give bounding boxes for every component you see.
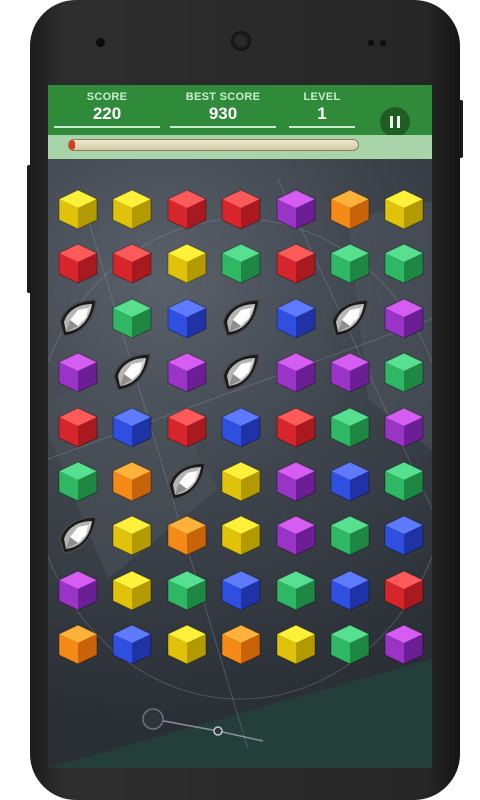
gem-blue-cube[interactable]: [382, 513, 426, 557]
gem-orange-cube[interactable]: [56, 622, 100, 666]
score-value: 220: [92, 104, 122, 123]
front-camera-icon: [96, 38, 105, 47]
gem-red-cube[interactable]: [165, 405, 209, 449]
gem-green-cube[interactable]: [328, 622, 372, 666]
gem-blue-cube[interactable]: [219, 568, 263, 612]
best-score-underline: [170, 126, 276, 128]
gem-green-cube[interactable]: [110, 296, 154, 340]
gem-purple-cube[interactable]: [274, 459, 318, 503]
gem-purple-cube[interactable]: [56, 350, 100, 394]
gem-green-cube[interactable]: [328, 241, 372, 285]
gem-green-cube[interactable]: [382, 459, 426, 503]
gem-diamond[interactable]: [56, 296, 100, 340]
score-panel: SCORE 220: [54, 91, 160, 128]
gem-red-cube[interactable]: [274, 241, 318, 285]
light-sensor-icon: [380, 40, 386, 46]
gem-green-cube[interactable]: [328, 513, 372, 557]
gem-blue-cube[interactable]: [219, 405, 263, 449]
gem-red-cube[interactable]: [56, 241, 100, 285]
gem-diamond[interactable]: [165, 459, 209, 503]
gem-green-cube[interactable]: [165, 568, 209, 612]
gem-blue-cube[interactable]: [110, 622, 154, 666]
gem-orange-cube[interactable]: [110, 459, 154, 503]
level-panel: LEVEL 1: [289, 91, 355, 128]
gem-yellow-cube[interactable]: [219, 459, 263, 503]
pause-button[interactable]: [380, 107, 410, 137]
gem-orange-cube[interactable]: [328, 187, 372, 231]
gem-red-cube[interactable]: [110, 241, 154, 285]
gem-red-cube[interactable]: [219, 187, 263, 231]
gem-yellow-cube[interactable]: [274, 622, 318, 666]
gem-blue-cube[interactable]: [328, 459, 372, 503]
level-underline: [289, 126, 355, 128]
gem-red-cube[interactable]: [274, 405, 318, 449]
gem-green-cube[interactable]: [382, 350, 426, 394]
gem-yellow-cube[interactable]: [382, 187, 426, 231]
gem-green-cube[interactable]: [382, 241, 426, 285]
gem-red-cube[interactable]: [165, 187, 209, 231]
gem-diamond[interactable]: [219, 350, 263, 394]
gem-green-cube[interactable]: [219, 241, 263, 285]
gem-purple-cube[interactable]: [382, 405, 426, 449]
gem-blue-cube[interactable]: [110, 405, 154, 449]
gem-red-cube[interactable]: [56, 405, 100, 449]
gem-orange-cube[interactable]: [165, 513, 209, 557]
gem-purple-cube[interactable]: [56, 568, 100, 612]
score-label: SCORE: [86, 91, 128, 103]
level-progress-fill: [69, 140, 75, 150]
level-progress-bar: [68, 139, 359, 151]
proximity-sensor-icon: [368, 40, 374, 46]
gem-diamond[interactable]: [219, 296, 263, 340]
best-score-panel: BEST SCORE 930: [170, 91, 276, 128]
hud-bar: SCORE 220 BEST SCORE 930 LEVEL 1: [48, 85, 432, 137]
gem-orange-cube[interactable]: [219, 622, 263, 666]
score-underline: [54, 126, 160, 128]
gem-yellow-cube[interactable]: [110, 187, 154, 231]
gem-yellow-cube[interactable]: [165, 622, 209, 666]
level-value: 1: [317, 104, 327, 123]
level-label: LEVEL: [303, 91, 341, 103]
game-board: [48, 159, 432, 768]
gem-purple-cube[interactable]: [328, 350, 372, 394]
gem-yellow-cube[interactable]: [110, 513, 154, 557]
best-score-label: BEST SCORE: [185, 91, 261, 103]
gem-blue-cube[interactable]: [165, 296, 209, 340]
best-score-value: 930: [208, 104, 238, 123]
gem-yellow-cube[interactable]: [165, 241, 209, 285]
gem-blue-cube[interactable]: [274, 296, 318, 340]
gem-diamond[interactable]: [328, 296, 372, 340]
gem-blue-cube[interactable]: [328, 568, 372, 612]
gem-red-cube[interactable]: [382, 568, 426, 612]
gem-green-cube[interactable]: [328, 405, 372, 449]
gem-purple-cube[interactable]: [165, 350, 209, 394]
gem-purple-cube[interactable]: [382, 622, 426, 666]
volume-button: [27, 165, 31, 293]
gem-purple-cube[interactable]: [274, 350, 318, 394]
gem-diamond[interactable]: [56, 513, 100, 557]
gem-green-cube[interactable]: [56, 459, 100, 503]
gem-yellow-cube[interactable]: [110, 568, 154, 612]
gem-purple-cube[interactable]: [274, 513, 318, 557]
gem-purple-cube[interactable]: [274, 187, 318, 231]
gem-diamond[interactable]: [110, 350, 154, 394]
earpiece-speaker-icon: [231, 31, 251, 51]
gem-green-cube[interactable]: [274, 568, 318, 612]
gem-purple-cube[interactable]: [382, 296, 426, 340]
game-screen: SCORE 220 BEST SCORE 930 LEVEL 1: [48, 85, 432, 768]
gem-yellow-cube[interactable]: [219, 513, 263, 557]
gem-yellow-cube[interactable]: [56, 187, 100, 231]
power-button: [459, 100, 463, 158]
